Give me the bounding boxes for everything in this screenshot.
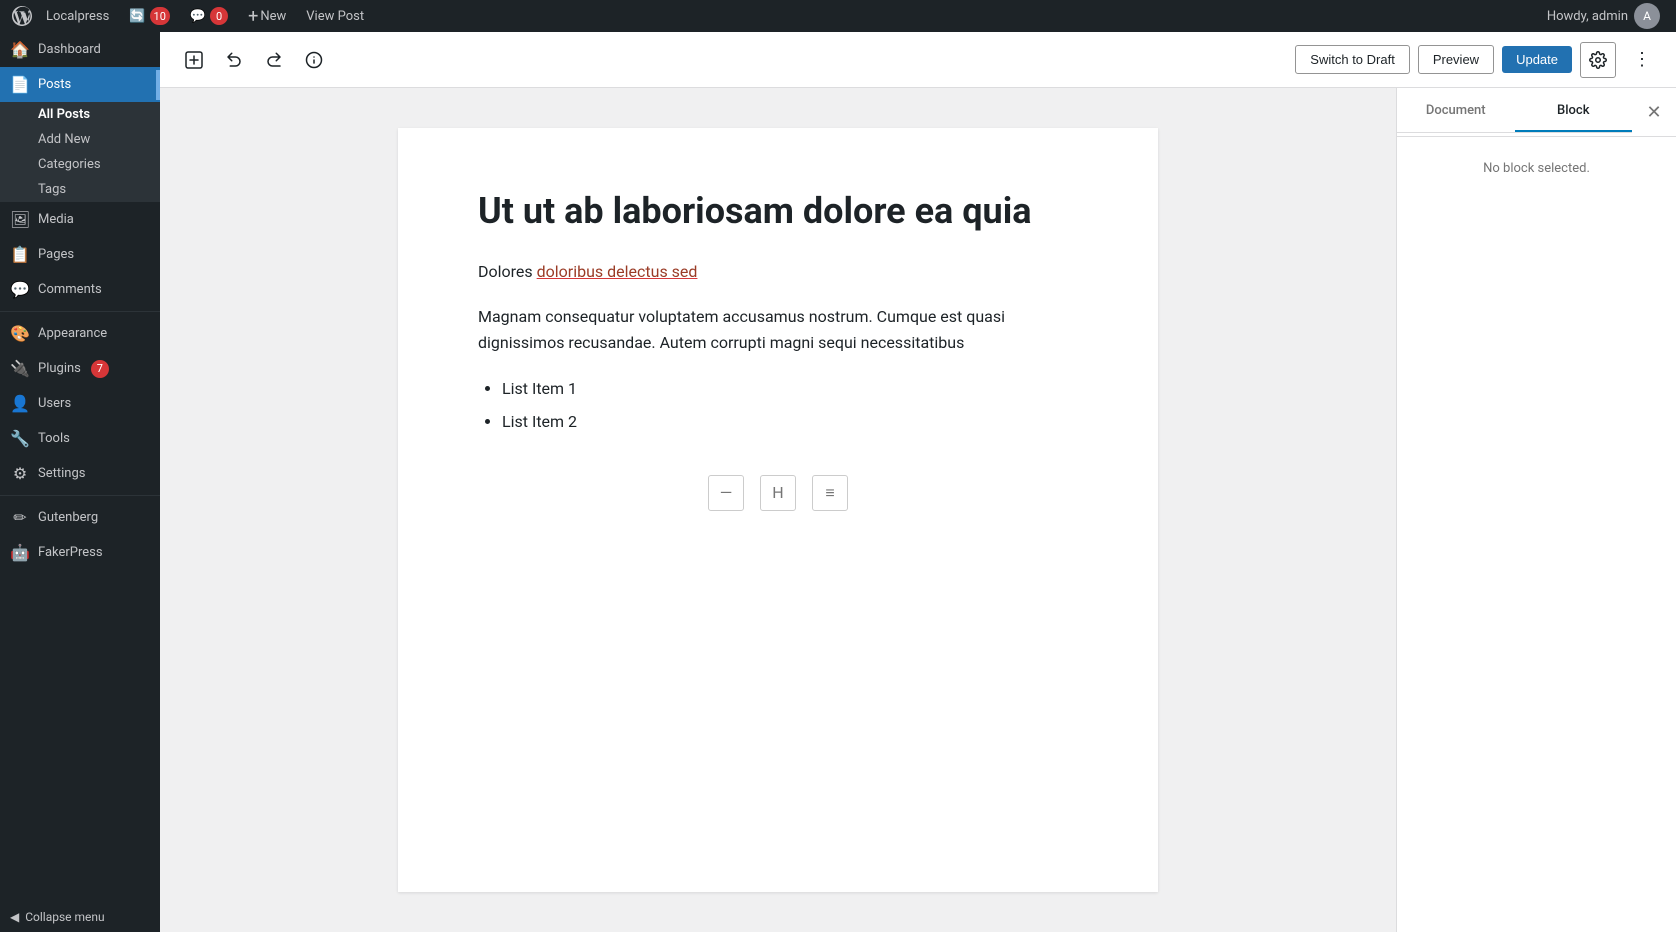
settings-panel-button[interactable] <box>1580 42 1616 78</box>
dashboard-icon: 🏠 <box>10 40 30 59</box>
panel-close-button[interactable]: ✕ <box>1636 94 1672 130</box>
more-options-button[interactable]: ⋮ <box>1624 42 1660 78</box>
adminbar-updates[interactable]: 🔄 10 <box>119 0 180 32</box>
sidebar-item-label: Pages <box>38 247 74 262</box>
toolbar-right: Switch to Draft Preview Update ⋮ <box>1295 42 1660 78</box>
sidebar-item-label: FakerPress <box>38 545 103 560</box>
sidebar-item-label: Posts <box>38 77 71 92</box>
add-block-button[interactable] <box>176 42 212 78</box>
sidebar-item-users[interactable]: 👤 Users <box>0 386 160 421</box>
sidebar-item-label: Appearance <box>38 326 107 341</box>
pages-icon: 📋 <box>10 245 30 264</box>
appearance-icon: 🎨 <box>10 324 30 343</box>
sidebar-item-label: Comments <box>38 282 102 297</box>
sidebar-item-label: Users <box>38 396 71 411</box>
sidebar-subitem-tags[interactable]: Tags <box>0 177 160 202</box>
paragraph-1[interactable]: Dolores doloribus delectus sed <box>478 259 1078 285</box>
sidebar-subitem-categories[interactable]: Categories <box>0 152 160 177</box>
adminbar-howdy[interactable]: Howdy, admin A <box>1539 3 1668 29</box>
adminbar-comments[interactable]: 💬 0 <box>180 0 238 32</box>
sidebar-item-label: Gutenberg <box>38 510 98 525</box>
adminbar-view-post[interactable]: View Post <box>296 0 374 32</box>
editor-toolbar: Switch to Draft Preview Update ⋮ <box>160 32 1676 88</box>
editor-content-area: Ut ut ab laboriosam dolore ea quia Dolor… <box>398 128 1158 892</box>
collapse-label: Collapse menu <box>25 910 104 924</box>
right-panel: Document Block ✕ No block selected. <box>1396 88 1676 932</box>
sidebar-item-gutenberg[interactable]: ✏ Gutenberg <box>0 500 160 535</box>
preview-button[interactable]: Preview <box>1418 45 1494 74</box>
switch-draft-button[interactable]: Switch to Draft <box>1295 45 1410 74</box>
list-item-1[interactable]: List Item 1 <box>502 376 1078 402</box>
para1-link[interactable]: doloribus delectus sed <box>537 262 698 281</box>
paragraph-2[interactable]: Magnam consequatur voluptatem accusamus … <box>478 304 1078 355</box>
info-button[interactable] <box>296 42 332 78</box>
sidebar-item-appearance[interactable]: 🎨 Appearance <box>0 316 160 351</box>
sidebar: 🏠 Dashboard 📄 Posts All Posts Add New Ca… <box>0 32 160 932</box>
tab-document[interactable]: Document <box>1397 91 1515 132</box>
sidebar-subitem-all-posts[interactable]: All Posts <box>0 102 160 127</box>
separator-add-icon[interactable]: — <box>708 475 744 511</box>
sidebar-item-settings[interactable]: ⚙ Settings <box>0 456 160 491</box>
list-add-icon[interactable]: ≡ <box>812 475 848 511</box>
tab-block[interactable]: Block <box>1515 91 1633 132</box>
post-title[interactable]: Ut ut ab laboriosam dolore ea quia <box>478 188 1078 235</box>
settings-icon: ⚙ <box>10 464 30 483</box>
admin-bar: Localpress 🔄 10 💬 0 + New View Post Howd… <box>0 0 1676 32</box>
sidebar-item-label: Dashboard <box>38 42 101 57</box>
panel-tabs-row: Document Block ✕ <box>1397 88 1676 137</box>
collapse-icon: ◀ <box>10 910 19 924</box>
adminbar-site-name[interactable]: Localpress <box>36 0 119 32</box>
sidebar-item-label: Tools <box>38 431 70 446</box>
redo-button[interactable] <box>256 42 292 78</box>
main-layout: 🏠 Dashboard 📄 Posts All Posts Add New Ca… <box>0 32 1676 932</box>
users-icon: 👤 <box>10 394 30 413</box>
update-button[interactable]: Update <box>1502 46 1572 73</box>
fakerpress-icon: 🤖 <box>10 543 30 562</box>
sidebar-item-plugins[interactable]: 🔌 Plugins 7 <box>0 351 160 386</box>
para1-text: Dolores <box>478 262 537 281</box>
heading-add-icon[interactable]: H <box>760 475 796 511</box>
media-icon: 🖼 <box>10 210 30 229</box>
editor-wrap: Switch to Draft Preview Update ⋮ Ut ut a… <box>160 32 1676 932</box>
posts-icon: 📄 <box>10 75 30 94</box>
sidebar-subitem-add-new[interactable]: Add New <box>0 127 160 152</box>
sidebar-item-media[interactable]: 🖼 Media <box>0 202 160 237</box>
comments-icon: 💬 <box>10 280 30 299</box>
sidebar-item-label: Plugins <box>38 361 81 376</box>
list-item-2[interactable]: List Item 2 <box>502 409 1078 435</box>
block-add-area: — H ≡ <box>478 465 1078 521</box>
undo-button[interactable] <box>216 42 252 78</box>
editor-main: Ut ut ab laboriosam dolore ea quia Dolor… <box>160 88 1396 932</box>
panel-tabs: Document Block <box>1397 91 1632 133</box>
adminbar-right: Howdy, admin A <box>1539 3 1668 29</box>
adminbar-new[interactable]: + New <box>238 0 296 32</box>
post-list: List Item 1 List Item 2 <box>502 376 1078 435</box>
sidebar-collapse-button[interactable]: ◀ Collapse menu <box>0 902 160 932</box>
sidebar-item-tools[interactable]: 🔧 Tools <box>0 421 160 456</box>
sidebar-item-label: Settings <box>38 466 85 481</box>
sidebar-item-fakerpress[interactable]: 🤖 FakerPress <box>0 535 160 570</box>
sidebar-item-label: Media <box>38 212 74 227</box>
plugins-icon: 🔌 <box>10 359 30 378</box>
plugins-badge: 7 <box>91 360 109 378</box>
panel-no-block: No block selected. <box>1397 137 1676 932</box>
avatar: A <box>1634 3 1660 29</box>
tools-icon: 🔧 <box>10 429 30 448</box>
sidebar-item-posts[interactable]: 📄 Posts <box>0 67 160 102</box>
posts-submenu: All Posts Add New Categories Tags <box>0 102 160 202</box>
sidebar-item-comments[interactable]: 💬 Comments <box>0 272 160 307</box>
editor-body: Ut ut ab laboriosam dolore ea quia Dolor… <box>160 88 1676 932</box>
wp-logo-icon[interactable] <box>8 0 36 32</box>
sidebar-item-pages[interactable]: 📋 Pages <box>0 237 160 272</box>
gutenberg-icon: ✏ <box>10 508 30 527</box>
no-block-selected-text: No block selected. <box>1483 161 1590 176</box>
sidebar-item-dashboard[interactable]: 🏠 Dashboard <box>0 32 160 67</box>
post-body: Dolores doloribus delectus sed Magnam co… <box>478 259 1078 435</box>
